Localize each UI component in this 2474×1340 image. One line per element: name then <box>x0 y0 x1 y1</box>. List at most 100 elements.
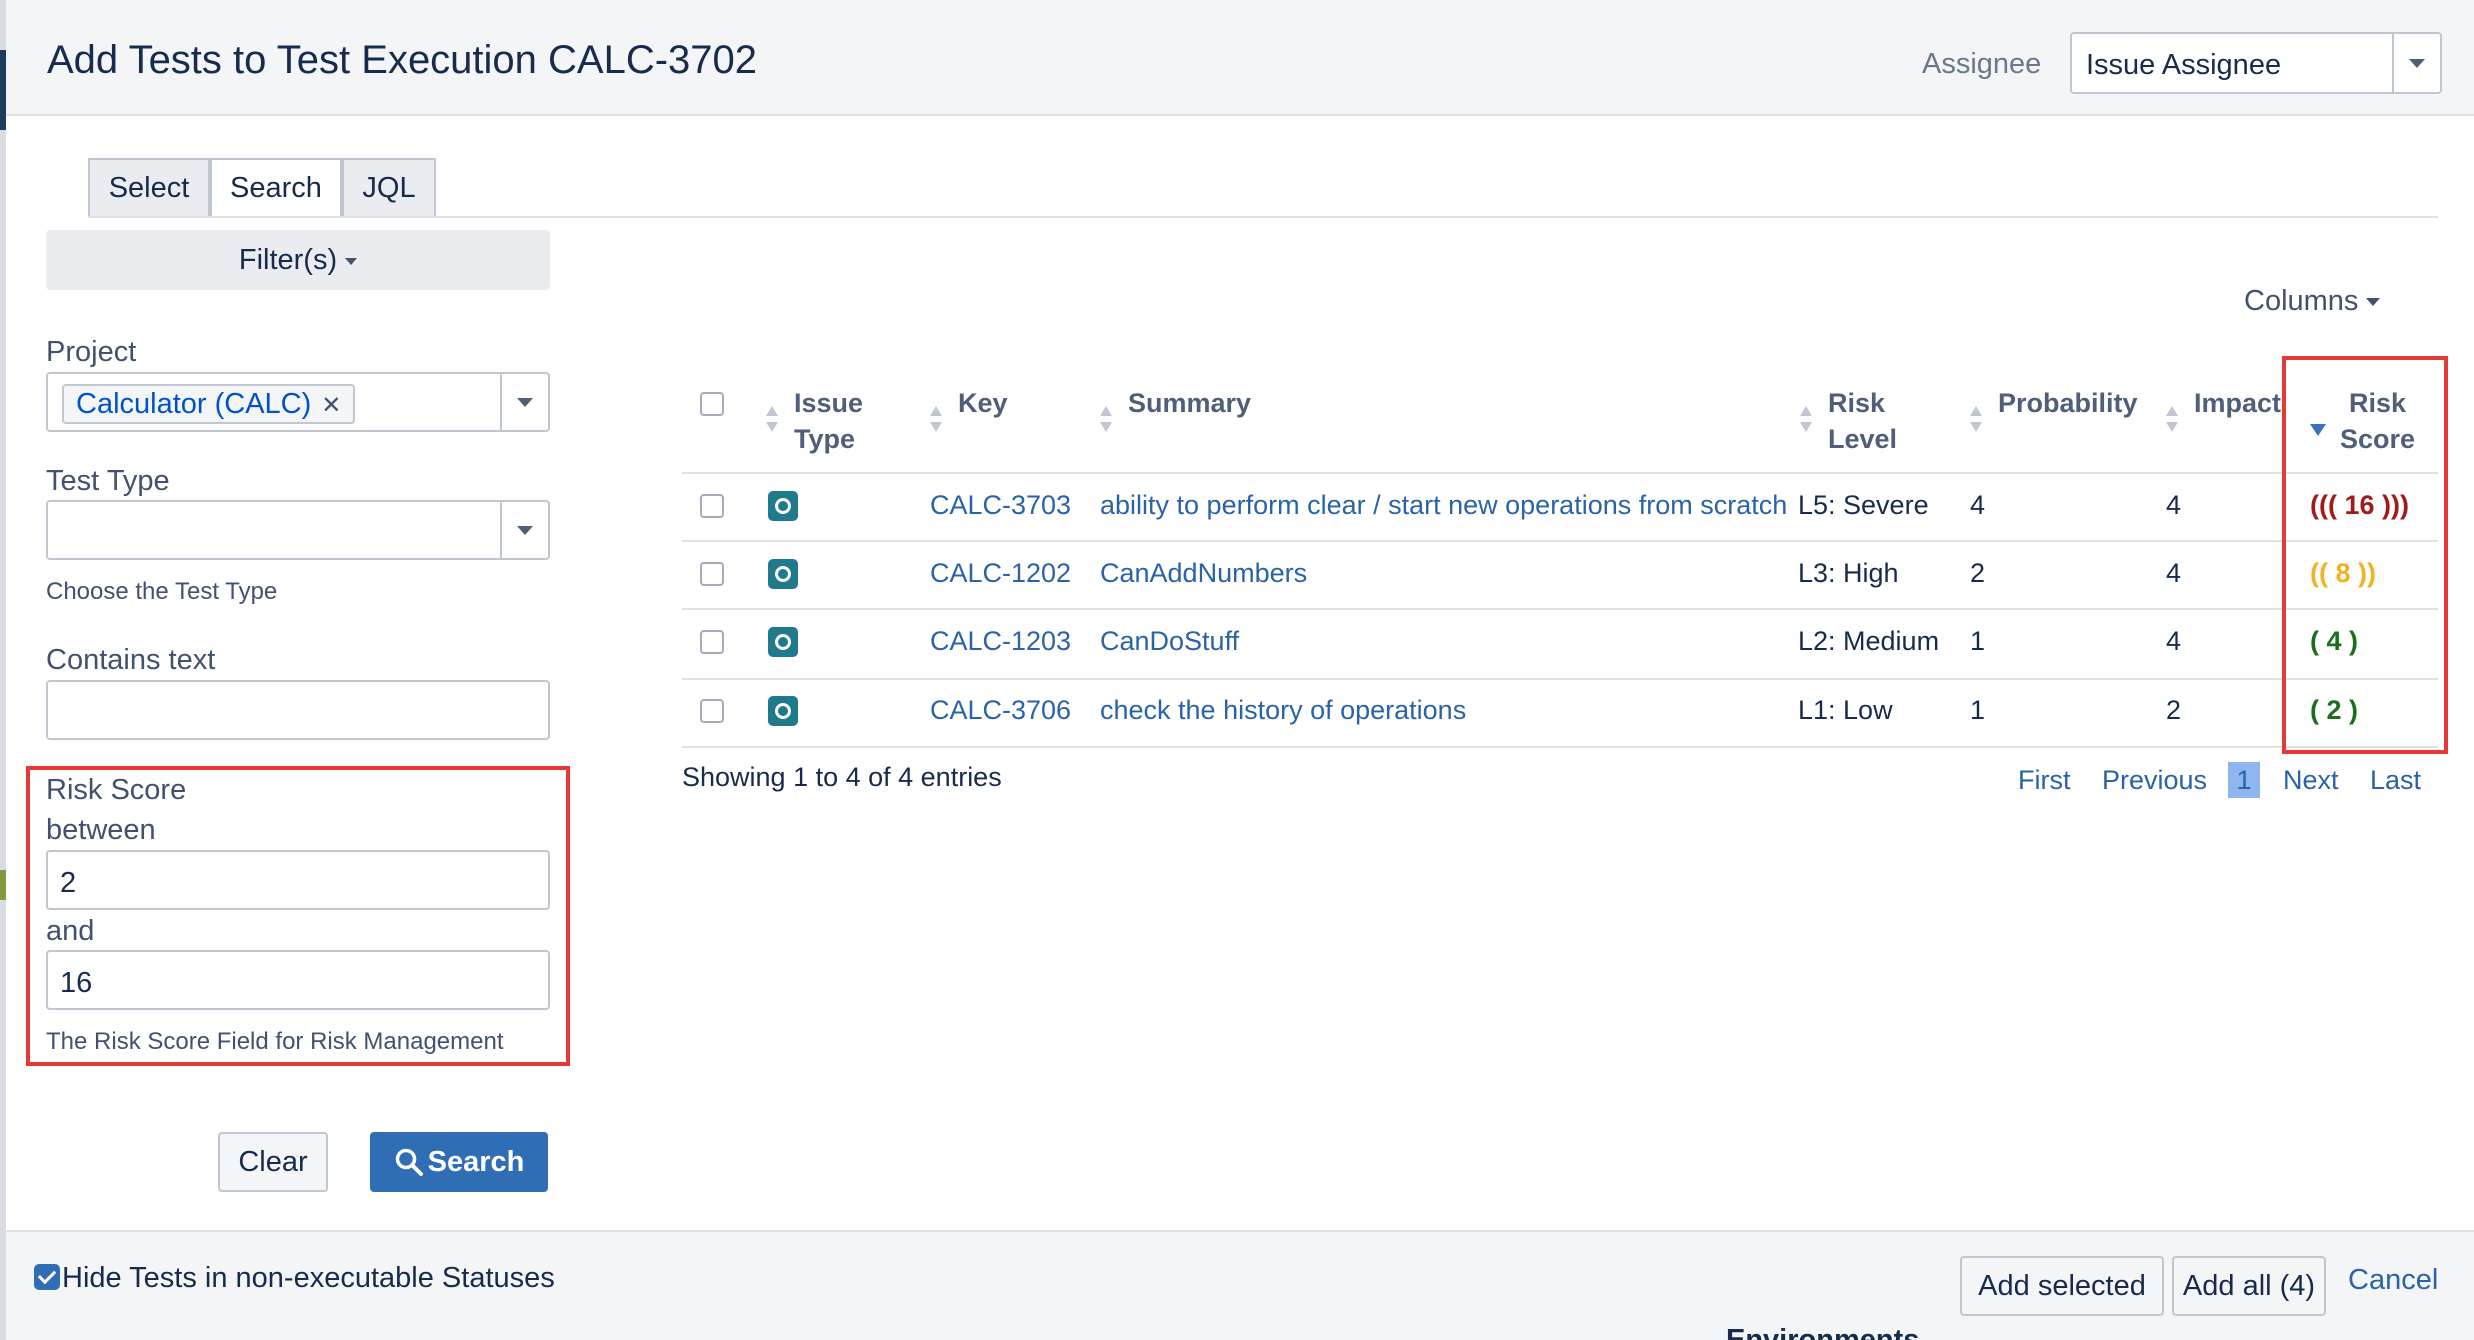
cancel-link[interactable]: Cancel <box>2348 1264 2438 1297</box>
background-page-strip <box>0 0 6 1340</box>
project-chip: Calculator (CALC) ✕ <box>62 384 356 424</box>
filters-toggle-button[interactable]: Filter(s) <box>46 230 550 290</box>
add-selected-button[interactable]: Add selected <box>1960 1256 2164 1316</box>
background-page-heading: Environments <box>1726 1324 1920 1340</box>
search-button[interactable]: Search <box>370 1132 548 1192</box>
test-type-label: Test Type <box>46 465 170 497</box>
sort-icon[interactable] <box>2166 406 2178 434</box>
assignee-dropdown-button[interactable] <box>2392 34 2440 92</box>
clear-button[interactable]: Clear <box>218 1132 328 1192</box>
pager-first-link[interactable]: First <box>2018 765 2070 796</box>
pager-previous-link[interactable]: Previous <box>2102 765 2207 796</box>
project-select[interactable]: Calculator (CALC) ✕ <box>46 372 550 432</box>
project-chip-label: Calculator (CALC) <box>76 388 312 420</box>
project-label: Project <box>46 336 137 368</box>
risk-level-cell: L3: High <box>1798 558 1899 588</box>
chevron-down-icon <box>345 257 358 265</box>
pager-next-link[interactable]: Next <box>2283 765 2339 796</box>
chevron-down-icon <box>517 398 533 407</box>
row-checkbox[interactable] <box>700 562 724 586</box>
hide-non-executable-checkbox[interactable] <box>34 1264 60 1290</box>
assignee-select[interactable]: Issue Assignee <box>2070 32 2442 94</box>
test-type-help: Choose the Test Type <box>46 578 278 605</box>
header-risk-level-line1: Risk <box>1828 388 1886 418</box>
showing-entries-text: Showing 1 to 4 of 4 entries <box>682 762 1002 792</box>
header-risk-level-line2: Level <box>1828 424 1898 454</box>
risk-min-value: 2 <box>60 867 77 899</box>
test-type-select[interactable] <box>46 500 550 560</box>
search-button-label: Search <box>427 1146 525 1178</box>
sort-icon[interactable] <box>766 406 778 434</box>
columns-button[interactable]: Columns <box>2244 285 2381 318</box>
row-checkbox[interactable] <box>700 630 724 654</box>
sort-icon[interactable] <box>1100 406 1112 434</box>
sort-icon[interactable] <box>1800 406 1812 434</box>
risk-min-input[interactable]: 2 <box>46 850 550 910</box>
remove-chip-icon[interactable]: ✕ <box>321 392 341 419</box>
issue-key-link[interactable]: CALC-3703 <box>930 490 1071 521</box>
header-impact[interactable]: Impact <box>2194 385 2281 421</box>
test-type-dropdown-button[interactable] <box>500 502 548 558</box>
header-issue-type-line1: Issue <box>794 388 864 418</box>
header-probability[interactable]: Probability <box>1998 385 2138 421</box>
risk-score-column-highlight-box <box>2282 356 2448 754</box>
risk-score-highlight-box <box>26 766 570 1066</box>
columns-button-label: Columns <box>2244 285 2359 317</box>
row-checkbox[interactable] <box>700 494 724 518</box>
issue-summary-link[interactable]: CanDoStuff <box>1100 626 1239 657</box>
probability-cell: 1 <box>1970 626 1986 656</box>
chevron-down-icon <box>517 526 533 535</box>
contains-text-input[interactable] <box>46 680 550 740</box>
tabs-divider <box>88 216 2438 218</box>
test-issue-type-icon <box>768 696 798 726</box>
project-dropdown-button[interactable] <box>500 374 548 430</box>
test-issue-type-icon <box>768 627 798 657</box>
issue-summary-link[interactable]: check the history of operations <box>1100 695 1466 726</box>
and-label: and <box>46 915 95 947</box>
header-issue-type[interactable]: Issue Type <box>794 385 863 457</box>
risk-level-cell: L1: Low <box>1798 695 1893 725</box>
issue-summary-link[interactable]: CanAddNumbers <box>1100 558 1307 589</box>
pager-current-page[interactable]: 1 <box>2228 762 2260 798</box>
search-icon <box>395 1148 423 1176</box>
background-mark <box>0 870 6 900</box>
risk-score-help: The Risk Score Field for Risk Management <box>46 1028 504 1055</box>
assignee-label: Assignee <box>1922 48 2042 80</box>
issue-summary-link[interactable]: ability to perform clear / start new ope… <box>1100 490 1787 521</box>
dialog-footer: Hide Tests in non-executable Statuses Ad… <box>6 1230 2474 1340</box>
filters-toggle-label: Filter(s) <box>238 244 338 276</box>
risk-max-value: 16 <box>60 967 93 999</box>
issue-key-link[interactable]: CALC-1202 <box>930 558 1071 589</box>
between-label: between <box>46 814 156 846</box>
header-risk-level[interactable]: Risk Level <box>1828 385 1897 457</box>
select-all-checkbox[interactable] <box>700 392 724 416</box>
risk-level-cell: L2: Medium <box>1798 626 1940 656</box>
assignee-value: Issue Assignee <box>2086 49 2282 81</box>
dialog-title: Add Tests to Test Execution CALC-3702 <box>47 38 758 82</box>
header-issue-type-line2: Type <box>794 424 856 454</box>
header-summary[interactable]: Summary <box>1128 385 1251 421</box>
tab-jql[interactable]: JQL <box>342 158 436 218</box>
sort-icon[interactable] <box>1970 406 1982 434</box>
chevron-down-icon <box>2409 59 2425 68</box>
pager-last-link[interactable]: Last <box>2370 765 2421 796</box>
tab-select[interactable]: Select <box>88 158 210 218</box>
add-all-button[interactable]: Add all (4) <box>2172 1256 2326 1316</box>
header-key[interactable]: Key <box>958 385 1008 421</box>
issue-key-link[interactable]: CALC-1203 <box>930 626 1071 657</box>
row-checkbox[interactable] <box>700 699 724 723</box>
test-issue-type-icon <box>768 491 798 521</box>
dialog-header: Add Tests to Test Execution CALC-3702 As… <box>6 0 2474 116</box>
issue-key-link[interactable]: CALC-3706 <box>930 695 1071 726</box>
table-divider <box>682 608 2438 610</box>
tab-search[interactable]: Search <box>210 158 342 218</box>
impact-cell: 2 <box>2166 695 2182 725</box>
risk-max-input[interactable]: 16 <box>46 950 550 1010</box>
sort-icon[interactable] <box>930 406 942 434</box>
hide-non-executable-label[interactable]: Hide Tests in non-executable Statuses <box>62 1262 555 1295</box>
table-divider <box>682 746 2438 748</box>
table-divider <box>682 472 2438 474</box>
risk-score-label: Risk Score <box>46 774 187 806</box>
contains-text-label: Contains text <box>46 644 216 676</box>
probability-cell: 4 <box>1970 490 1986 520</box>
